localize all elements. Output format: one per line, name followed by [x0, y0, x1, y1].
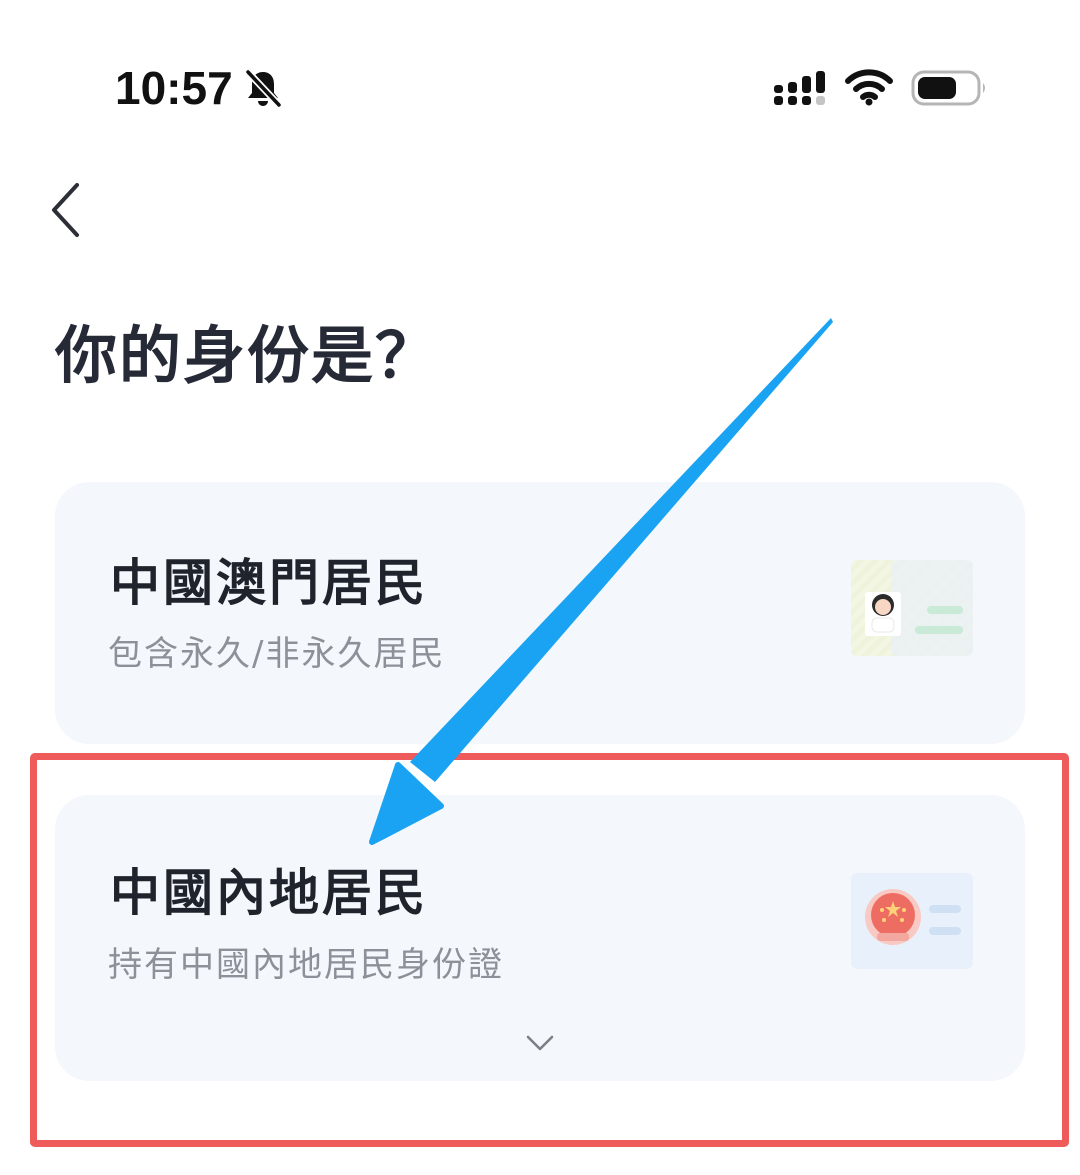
chevron-down-icon[interactable] — [525, 1033, 555, 1053]
option-macau-resident[interactable]: 中國澳門居民 包含永久/非永久居民 — [55, 482, 1025, 744]
option-subtitle: 包含永久/非永久居民 — [108, 634, 446, 674]
chevron-left-icon — [52, 183, 79, 237]
option-title: 中國澳門居民 — [110, 554, 428, 612]
status-time: 10:57 — [115, 62, 233, 114]
page-title: 你的身份是？ — [55, 319, 440, 392]
option-subtitle: 持有中國內地居民身份證 — [108, 945, 504, 985]
wifi-icon — [845, 69, 893, 106]
national-emblem-card-icon — [851, 873, 973, 969]
back-button[interactable] — [30, 170, 100, 250]
id-card-icon — [851, 560, 973, 656]
signal-icon — [774, 71, 825, 105]
battery-icon — [911, 70, 985, 106]
option-mainland-resident[interactable]: 中國內地居民 持有中國內地居民身份證 — [55, 795, 1025, 1081]
bell-muted-icon — [245, 69, 282, 108]
option-title: 中國內地居民 — [110, 864, 428, 922]
